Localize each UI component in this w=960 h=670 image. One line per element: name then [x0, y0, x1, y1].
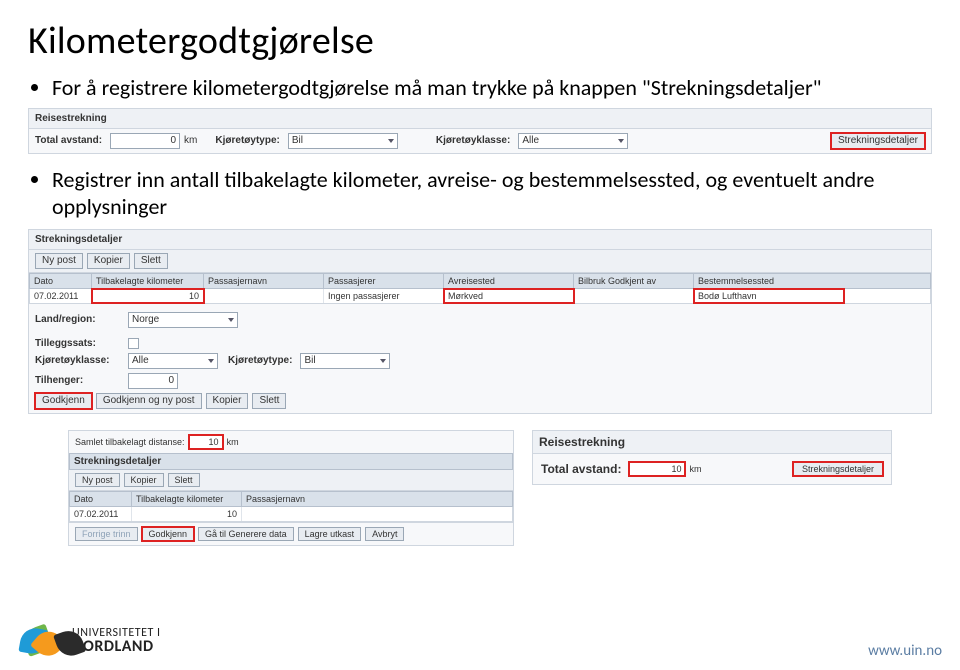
- col-dato: Dato: [30, 274, 92, 288]
- col-passasjernavn: Passasjernavn: [204, 274, 324, 288]
- kopier2-button[interactable]: Kopier: [206, 393, 249, 409]
- col-bestemmelsessted: Bestemmelsessted: [694, 274, 844, 288]
- godkjenn-ny-button[interactable]: Godkjenn og ny post: [96, 393, 202, 409]
- page-title: Kilometergodtgjørelse: [28, 18, 932, 64]
- footer: UNIVERSITETET I NORDLAND www.uin.no: [18, 622, 942, 660]
- inset-rs-title: Reisestrekning: [533, 431, 891, 454]
- inset-row: Samlet tilbakelagt distanse: 10 km Strek…: [68, 424, 892, 546]
- cell-dato[interactable]: 07.02.2011: [30, 289, 92, 303]
- inset-col-dato: Dato: [70, 492, 132, 506]
- tilleggssats-label: Tilleggssats:: [35, 338, 120, 349]
- footer-url: www.uin.no: [868, 642, 942, 660]
- reisestrekning-panel: Reisestrekning Total avstand: 0 km Kjøre…: [28, 108, 932, 154]
- kjoretoyklasse-select[interactable]: Alle: [518, 133, 628, 149]
- cell-km[interactable]: 10: [92, 289, 204, 303]
- inset-cell-pname[interactable]: [242, 507, 512, 521]
- inset-sd-toolbar: Ny post Kopier Slett: [69, 470, 513, 491]
- inset-godkjenn-button[interactable]: Godkjenn: [142, 527, 195, 541]
- table-row[interactable]: 07.02.2011 10 Ingen passasjerer Mørkved …: [29, 289, 931, 304]
- logo: UNIVERSITETET I NORDLAND: [18, 622, 161, 660]
- inset-sd-title: Strekningsdetaljer: [69, 453, 513, 470]
- logo-icon: [18, 622, 64, 660]
- inset-total-label: Total avstand:: [541, 462, 621, 476]
- inset-ny-post-button[interactable]: Ny post: [75, 473, 120, 487]
- col-bilbruk: Bilbruk Godkjent av: [574, 274, 694, 288]
- kjoretoyklasse-label: Kjøretøyklasse:: [436, 135, 510, 146]
- kopier-button[interactable]: Kopier: [87, 253, 130, 269]
- kjoretoytype-label: Kjøretøytype:: [215, 135, 279, 146]
- bullet-2: Registrer inn antall tilbakelagte kilome…: [52, 166, 932, 221]
- kjoretoytype2-select[interactable]: Bil: [300, 353, 390, 369]
- forrige-trinn-button[interactable]: Forrige trinn: [75, 527, 138, 541]
- landregion-label: Land/region:: [35, 314, 120, 325]
- total-avstand-label: Total avstand:: [35, 135, 102, 146]
- generere-data-button[interactable]: Gå til Generere data: [198, 527, 294, 541]
- inset-table-row[interactable]: 07.02.2011 10: [69, 507, 513, 522]
- cell-passasjerer[interactable]: Ingen passasjerer: [324, 289, 444, 303]
- samlet-label: Samlet tilbakelagt distanse:: [75, 437, 185, 447]
- strekningsdetaljer-button[interactable]: Strekningsdetaljer: [831, 133, 925, 149]
- sd-toolbar: Ny post Kopier Slett: [29, 250, 931, 273]
- inset-sd-button[interactable]: Strekningsdetaljer: [793, 462, 883, 476]
- cell-bestemmelsessted[interactable]: Bodø Lufthavn: [694, 289, 844, 303]
- inset-col-km: Tilbakelagte kilometer: [132, 492, 242, 506]
- inset-right: Reisestrekning Total avstand: 10 km Stre…: [532, 424, 892, 485]
- inset-kopier-button[interactable]: Kopier: [124, 473, 164, 487]
- slett-button[interactable]: Slett: [134, 253, 168, 269]
- samlet-km: km: [227, 437, 239, 447]
- landregion-select[interactable]: Norge: [128, 312, 238, 328]
- col-km: Tilbakelagte kilometer: [92, 274, 204, 288]
- cell-avreisested[interactable]: Mørkved: [444, 289, 574, 303]
- tilhenger-input[interactable]: 0: [128, 373, 178, 389]
- inset-slett-button[interactable]: Slett: [168, 473, 200, 487]
- inset-cell-km[interactable]: 10: [132, 507, 242, 521]
- inset-left: Samlet tilbakelagt distanse: 10 km Strek…: [68, 424, 514, 546]
- inset-km-unit: km: [689, 464, 701, 474]
- kjoretoytype-select[interactable]: Bil: [288, 133, 398, 149]
- kjoretoyklasse2-label: Kjøretøyklasse:: [35, 355, 120, 366]
- col-passasjerer: Passasjerer: [324, 274, 444, 288]
- kjoretoytype2-label: Kjøretøytype:: [228, 355, 292, 366]
- avbryt-button[interactable]: Avbryt: [365, 527, 404, 541]
- samlet-input[interactable]: 10: [189, 435, 223, 449]
- strekningsdetaljer-panel: Strekningsdetaljer Ny post Kopier Slett …: [28, 229, 932, 414]
- inset-total-input[interactable]: 10: [629, 462, 685, 476]
- lagre-utkast-button[interactable]: Lagre utkast: [298, 527, 362, 541]
- ny-post-button[interactable]: Ny post: [35, 253, 83, 269]
- godkjenn-button[interactable]: Godkjenn: [35, 393, 92, 409]
- cell-passasjernavn[interactable]: [204, 289, 324, 303]
- inset-col-pname: Passasjernavn: [242, 492, 512, 506]
- slett2-button[interactable]: Slett: [252, 393, 286, 409]
- sd-details-body: Land/region: Norge Tilleggssats: Kjøretø…: [29, 304, 931, 413]
- kjoretoyklasse2-select[interactable]: Alle: [128, 353, 218, 369]
- total-avstand-input[interactable]: 0: [110, 133, 180, 149]
- bullet-1: For å registrere kilometergodtgjørelse m…: [52, 74, 932, 102]
- inset-cell-dato[interactable]: 07.02.2011: [70, 507, 132, 521]
- tilleggssats-checkbox[interactable]: [128, 338, 139, 349]
- reisestrekning-title: Reisestrekning: [29, 109, 931, 129]
- km-unit: km: [184, 135, 197, 146]
- sd-title: Strekningsdetaljer: [29, 230, 931, 250]
- col-avreisested: Avreisested: [444, 274, 574, 288]
- tilhenger-label: Tilhenger:: [35, 375, 120, 386]
- sd-table-header: Dato Tilbakelagte kilometer Passasjernav…: [29, 273, 931, 289]
- cell-bilbruk[interactable]: [574, 289, 694, 303]
